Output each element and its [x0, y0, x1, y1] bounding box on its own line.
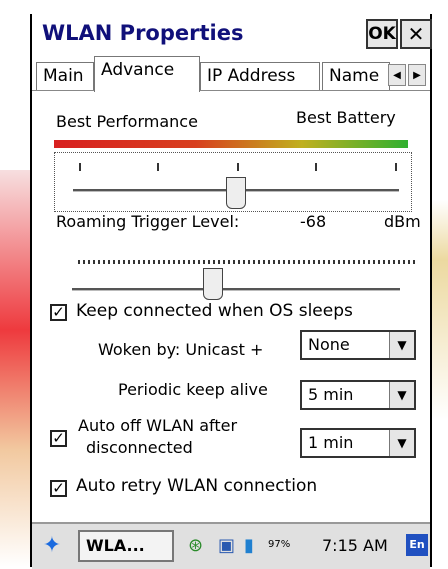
auto-off-checkbox[interactable]: ✓	[50, 430, 67, 447]
keep-alive-value: 5 min	[308, 385, 354, 404]
auto-off-value: 1 min	[308, 433, 354, 452]
dropdown-arrow-icon: ▼	[389, 382, 414, 408]
roaming-trigger-label: Roaming Trigger Level:	[56, 212, 240, 231]
check-mark-icon: ✓	[52, 303, 65, 321]
woken-by-label: Woken by: Unicast +	[98, 340, 264, 359]
tab-main[interactable]: Main	[36, 62, 94, 90]
auto-retry-checkbox[interactable]: ✓	[50, 480, 67, 497]
network-connection-icon[interactable]: ▣	[218, 534, 235, 558]
tab-scroll-left-icon[interactable]: ◀	[388, 64, 406, 86]
title-bar: WLAN Properties OK ✕	[32, 14, 432, 52]
roaming-slider[interactable]	[58, 266, 412, 300]
tab-name[interactable]: Name	[322, 62, 390, 90]
battery-icon[interactable]: ▮	[244, 534, 254, 558]
slider-tick	[79, 163, 81, 171]
woken-by-select[interactable]: None ▼	[300, 330, 416, 360]
best-battery-label: Best Battery	[296, 108, 396, 127]
roaming-slider-track	[72, 288, 400, 291]
close-button[interactable]: ✕	[400, 19, 432, 49]
keep-alive-select[interactable]: 5 min ▼	[300, 380, 416, 410]
slider-tick	[157, 163, 159, 171]
performance-color-bar	[54, 140, 408, 148]
roaming-slider-ticks	[78, 260, 418, 264]
auto-off-label-line2: disconnected	[86, 438, 193, 457]
slider-tick	[237, 163, 239, 171]
tab-strip: Main Advance IP Address Name ◀ ▶	[32, 56, 430, 92]
auto-retry-label: Auto retry WLAN connection	[76, 476, 318, 496]
roaming-trigger-value: -68	[300, 212, 327, 231]
keep-alive-label: Periodic keep alive	[118, 380, 268, 399]
tab-ip-address[interactable]: IP Address	[200, 62, 320, 90]
background-right-decoration	[430, 0, 448, 567]
wlan-properties-window: WLAN Properties OK ✕ Main Advance IP Add…	[30, 14, 432, 569]
roaming-slider-thumb[interactable]	[203, 268, 224, 300]
dropdown-arrow-icon: ▼	[389, 332, 414, 358]
wireless-signal-icon[interactable]: ⊛	[188, 534, 203, 558]
best-performance-label: Best Performance	[56, 112, 198, 131]
performance-slider-thumb[interactable]	[226, 177, 246, 209]
input-method-icon[interactable]: En	[406, 534, 428, 556]
check-mark-icon: ✓	[52, 479, 65, 497]
dropdown-arrow-icon: ▼	[389, 430, 414, 456]
tab-scroll-right-icon[interactable]: ▶	[408, 64, 426, 86]
slider-tick	[395, 163, 397, 171]
tab-advance[interactable]: Advance	[94, 56, 200, 92]
check-mark-icon: ✓	[52, 429, 65, 447]
keep-connected-label: Keep connected when OS sleeps	[76, 301, 353, 321]
keep-connected-checkbox[interactable]: ✓	[50, 304, 67, 321]
slider-tick	[315, 163, 317, 171]
clock[interactable]: 7:15 AM	[322, 536, 388, 555]
start-menu-icon[interactable]: ✦	[38, 532, 66, 560]
performance-slider[interactable]	[54, 152, 412, 212]
ok-button[interactable]: OK	[366, 19, 398, 49]
taskbar: ✦ WLA... ⊛ ▣ ▮ 97% 7:15 AM En	[32, 522, 430, 569]
auto-off-select[interactable]: 1 min ▼	[300, 428, 416, 458]
taskbar-app-button[interactable]: WLA...	[78, 530, 174, 562]
battery-percent: 97%	[268, 539, 291, 550]
window-title: WLAN Properties	[42, 21, 244, 45]
auto-off-label-line1: Auto off WLAN after	[78, 416, 238, 435]
woken-by-value: None	[308, 335, 350, 354]
roaming-trigger-unit: dBm	[384, 212, 421, 231]
